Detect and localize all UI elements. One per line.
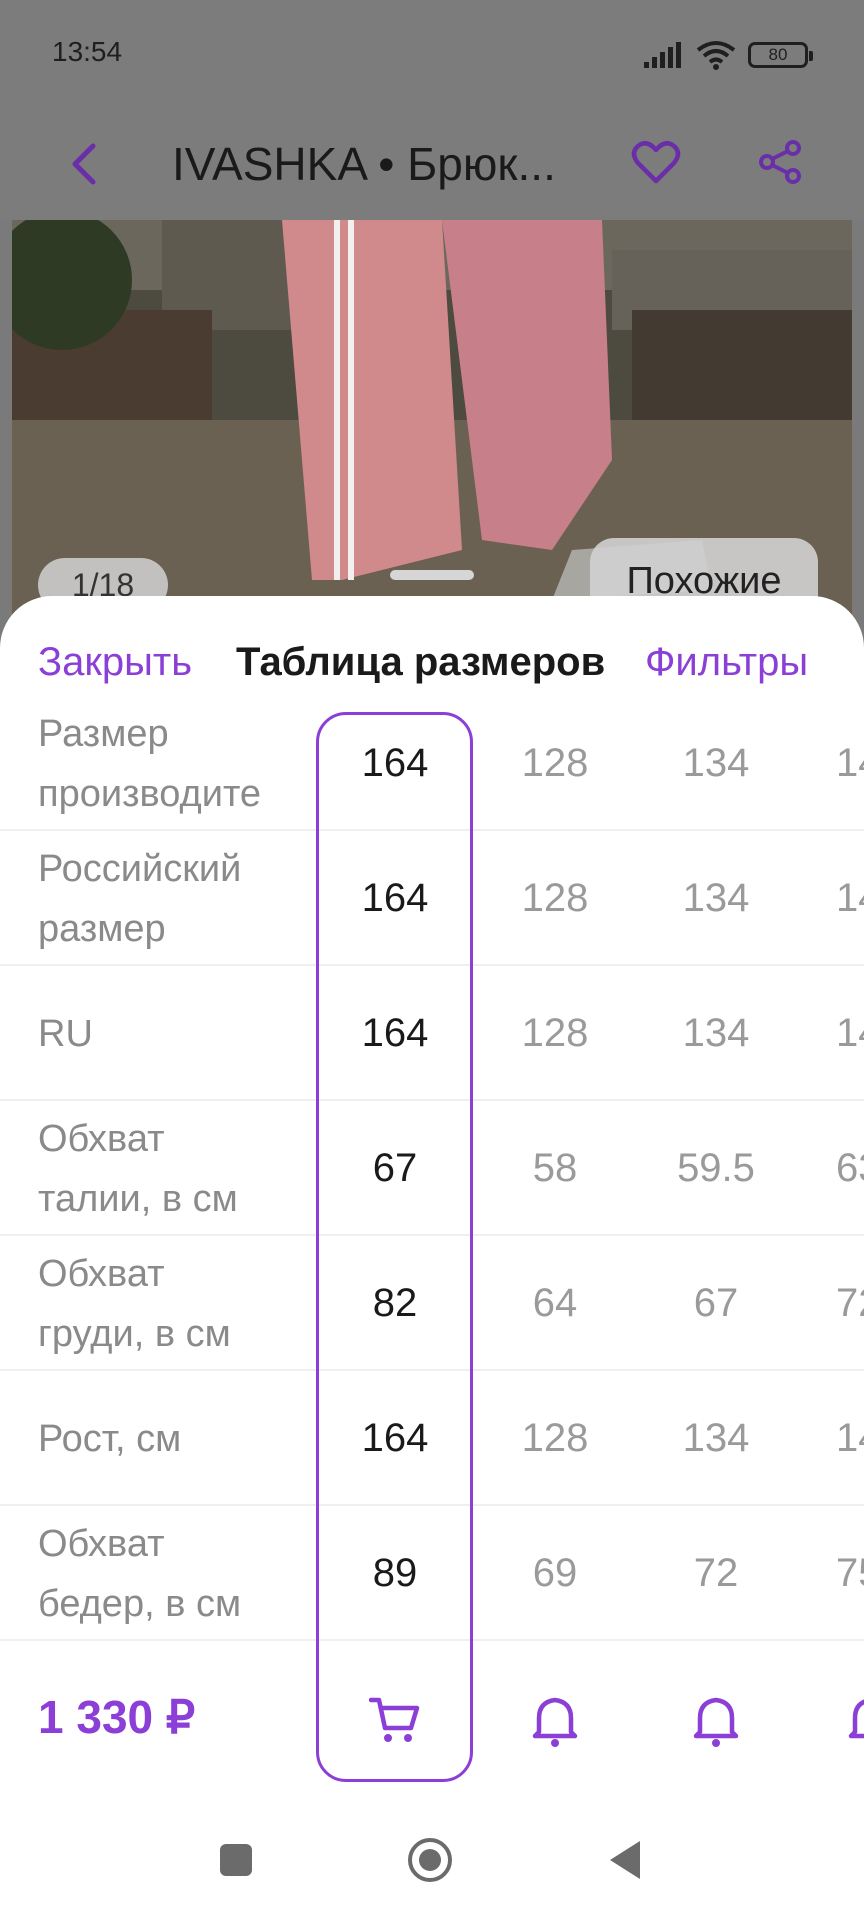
close-button[interactable]: Закрыть bbox=[38, 640, 192, 685]
size-cell[interactable]: 128 bbox=[480, 966, 630, 1101]
table-row: Рост, см 164 128 134 140 bbox=[0, 1371, 864, 1506]
share-icon bbox=[759, 140, 801, 184]
size-cell[interactable]: 164 bbox=[320, 1371, 470, 1506]
home-button[interactable] bbox=[400, 1830, 460, 1890]
row-label: RU bbox=[38, 1012, 93, 1055]
share-button[interactable] bbox=[752, 132, 808, 192]
recents-button[interactable] bbox=[206, 1830, 266, 1890]
bell-icon bbox=[532, 1697, 578, 1747]
size-cell[interactable]: 59.5 bbox=[641, 1101, 791, 1236]
size-cell[interactable]: 72 bbox=[641, 1506, 791, 1641]
home-icon bbox=[408, 1838, 452, 1882]
status-time: 13:54 bbox=[52, 36, 123, 67]
size-cell[interactable]: 67 bbox=[641, 1236, 791, 1371]
row-label: Размер производите bbox=[38, 712, 262, 815]
add-to-cart-button[interactable] bbox=[360, 1686, 430, 1756]
notify-button[interactable] bbox=[836, 1686, 864, 1756]
size-cell[interactable]: 67 bbox=[320, 1101, 470, 1236]
row-label: Обхват бедер, в см bbox=[38, 1522, 242, 1625]
table-row: RU 164 128 134 140 bbox=[0, 966, 864, 1101]
app-header: IVASHKA • Брюк... bbox=[0, 110, 864, 220]
size-cell[interactable]: 140 bbox=[800, 831, 864, 966]
recents-icon bbox=[220, 1844, 252, 1876]
notify-button[interactable] bbox=[520, 1686, 590, 1756]
row-label: Обхват груди, в см bbox=[38, 1252, 231, 1355]
product-price: 1 330 ₽ bbox=[38, 1691, 196, 1743]
status-icons: 80 bbox=[644, 40, 813, 70]
size-cell[interactable]: 140 bbox=[800, 696, 864, 831]
cart-icon bbox=[369, 1697, 420, 1742]
filters-button[interactable]: Фильтры bbox=[645, 640, 808, 685]
sheet-drag-handle[interactable] bbox=[390, 570, 474, 580]
size-cell[interactable]: 140 bbox=[800, 1371, 864, 1506]
battery-icon: 80 bbox=[748, 42, 813, 68]
size-table-sheet: Закрыть Таблица размеров Фильтры Размер … bbox=[0, 596, 864, 1920]
size-cell[interactable]: 134 bbox=[641, 1371, 791, 1506]
size-cell[interactable]: 164 bbox=[320, 966, 470, 1101]
bell-icon bbox=[848, 1699, 864, 1739]
signal-icon bbox=[644, 42, 681, 68]
page-title: IVASHKA • Брюк... bbox=[172, 138, 556, 190]
back-nav-button[interactable] bbox=[596, 1830, 656, 1890]
size-cell[interactable]: 128 bbox=[480, 831, 630, 966]
row-label: Обхват талии, в см bbox=[38, 1117, 238, 1220]
size-cell[interactable]: 69 bbox=[480, 1506, 630, 1641]
size-cell[interactable]: 64 bbox=[480, 1236, 630, 1371]
chevron-left-icon bbox=[72, 143, 96, 185]
size-cell[interactable]: 134 bbox=[641, 831, 791, 966]
size-cell[interactable]: 128 bbox=[480, 1371, 630, 1506]
bell-icon bbox=[693, 1697, 739, 1747]
size-cell[interactable]: 72 bbox=[800, 1236, 864, 1371]
size-cell[interactable]: 82 bbox=[320, 1236, 470, 1371]
back-icon bbox=[610, 1841, 640, 1879]
back-button[interactable] bbox=[60, 130, 108, 198]
table-row: Размер производите 164 128 134 140 bbox=[0, 696, 864, 831]
size-cell[interactable]: 63 bbox=[800, 1101, 864, 1236]
price-row: 1 330 ₽ bbox=[0, 1656, 864, 1786]
table-row: Обхват груди, в см 82 64 67 72 bbox=[0, 1236, 864, 1371]
system-nav-bar bbox=[0, 1800, 864, 1920]
size-cell[interactable]: 75 bbox=[800, 1506, 864, 1641]
size-cell[interactable]: 134 bbox=[641, 696, 791, 831]
battery-level: 80 bbox=[768, 45, 788, 64]
size-cell[interactable]: 164 bbox=[320, 696, 470, 831]
favorite-button[interactable] bbox=[626, 132, 686, 192]
size-cell[interactable]: 134 bbox=[641, 966, 791, 1101]
sheet-title: Таблица размеров bbox=[236, 640, 606, 684]
size-cell[interactable]: 128 bbox=[480, 696, 630, 831]
size-cell[interactable]: 58 bbox=[480, 1101, 630, 1236]
size-cell[interactable]: 89 bbox=[320, 1506, 470, 1641]
row-label: Рост, см bbox=[38, 1417, 182, 1460]
table-row: Обхват талии, в см 67 58 59.5 63 bbox=[0, 1101, 864, 1236]
heart-icon bbox=[631, 141, 681, 184]
size-cell[interactable]: 140 bbox=[800, 966, 864, 1101]
table-row: Российский размер 164 128 134 140 bbox=[0, 831, 864, 966]
wifi-icon bbox=[696, 41, 736, 70]
table-row: Обхват бедер, в см 89 69 72 75 bbox=[0, 1506, 864, 1641]
notify-button[interactable] bbox=[681, 1686, 751, 1756]
size-cell[interactable]: 164 bbox=[320, 831, 470, 966]
row-label: Российский размер bbox=[38, 847, 242, 950]
status-bar: 13:54 80 bbox=[0, 0, 864, 110]
